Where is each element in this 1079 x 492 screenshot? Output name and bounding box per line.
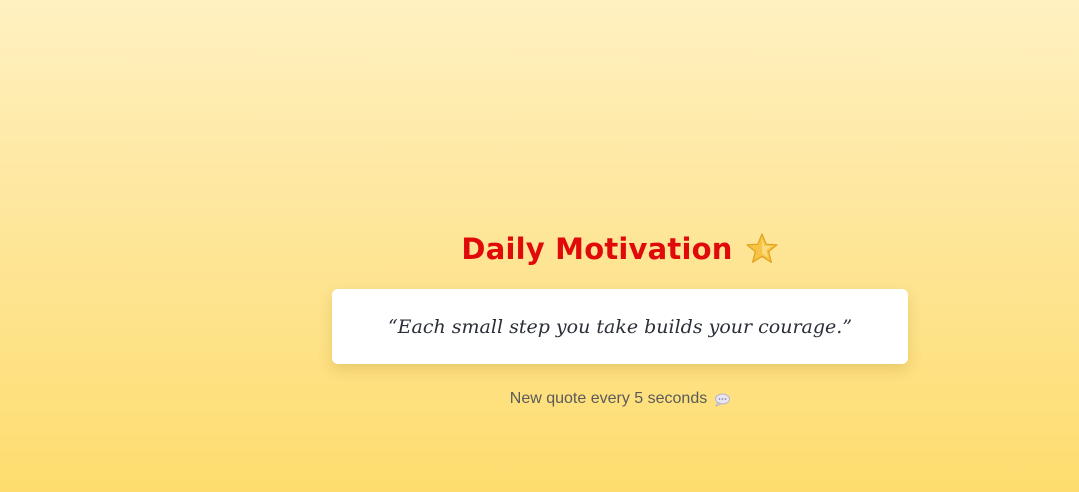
refresh-note: New quote every 5 seconds <box>509 390 708 407</box>
quote-text: “Each small step you take builds your co… <box>387 315 853 338</box>
footer: New quote every 5 seconds <box>509 390 731 408</box>
speech-bubble-icon <box>714 392 731 407</box>
quote-card: “Each small step you take builds your co… <box>332 289 908 364</box>
star-icon <box>745 232 779 266</box>
page-title: Daily Motivation <box>461 232 733 266</box>
header: Daily Motivation <box>461 226 778 272</box>
motivation-panel: Daily Motivation “Each small step you ta… <box>332 226 908 408</box>
